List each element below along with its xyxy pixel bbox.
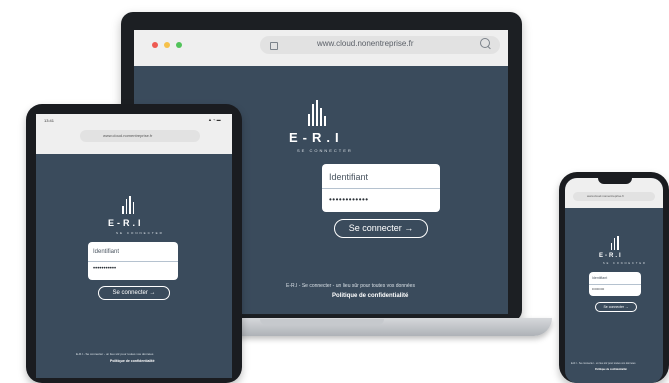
login-form: Identifiant ••••••••••••: [322, 164, 440, 212]
search-icon[interactable]: [480, 38, 490, 48]
phone-brand-logo-text: E-R.I: [599, 253, 623, 259]
tablet-password-input[interactable]: •••••••••••: [93, 266, 116, 272]
tablet-login-form: Identifiant •••••••••••: [88, 242, 178, 280]
laptop-hinge-notch: [260, 319, 384, 325]
phone-privacy-policy-link[interactable]: Politique de confidentialité: [595, 368, 627, 371]
phone-login-button[interactable]: Se connecter →: [595, 302, 637, 312]
logo-icon: [308, 100, 326, 126]
tablet-screen: 13:41 ▲ ⌁ ▬ www.cloud.nomentreprise.fr E…: [36, 114, 232, 378]
phone-username-input[interactable]: Identifiant: [592, 276, 607, 280]
close-window-button[interactable]: [152, 42, 158, 48]
privacy-policy-link[interactable]: Politique de confidentialité: [332, 293, 408, 299]
username-input[interactable]: Identifiant: [329, 172, 368, 182]
phone-notch: [598, 176, 632, 184]
field-divider: [322, 188, 440, 189]
status-icons: ▲ ⌁ ▬: [208, 117, 221, 122]
tablet-footer-text: E-R.I - Se connecter - un lieu sûr pour …: [76, 352, 154, 356]
brand-logo-text: E-R.I: [289, 130, 344, 145]
tablet-logo-icon: [122, 196, 134, 214]
login-button[interactable]: Se connecter →: [334, 219, 428, 238]
minimize-window-button[interactable]: [164, 42, 170, 48]
tablet-url-text: www.cloud.nomentreprise.fr: [103, 133, 153, 138]
phone-login-form: Identifiant ••••••••••: [589, 272, 641, 296]
tablet-field-divider: [88, 261, 178, 262]
footer-text: E-R.I - Se connecter - un lieu sûr pour …: [286, 283, 415, 289]
status-time: 13:41: [44, 118, 55, 123]
tablet-browser-toolbar: 13:41 ▲ ⌁ ▬ www.cloud.nomentreprise.fr: [36, 114, 232, 154]
maximize-window-button[interactable]: [176, 42, 182, 48]
page-icon: [270, 42, 278, 50]
phone-screen: www.cloud.nomentreprise.fr E-R.I SE CONN…: [565, 178, 663, 383]
browser-toolbar: www.cloud.nonentreprise.fr: [134, 30, 508, 66]
phone-password-input[interactable]: ••••••••••: [592, 287, 604, 291]
phone-url-text: www.cloud.nomentreprise.fr: [587, 194, 625, 198]
phone-brand-tagline: SE CONNECTER: [603, 262, 647, 265]
url-text: www.cloud.nonentreprise.fr: [317, 39, 414, 48]
phone-field-divider: [589, 284, 641, 285]
tablet-brand-tagline: SE CONNECTER: [116, 231, 164, 235]
brand-tagline: SE CONNECTER: [297, 148, 353, 153]
tablet-username-input[interactable]: Identifiant: [93, 249, 119, 255]
password-input[interactable]: ••••••••••••: [329, 195, 369, 204]
tablet-privacy-policy-link[interactable]: Politique de confidentialité: [110, 359, 155, 363]
phone-logo-icon: [611, 236, 619, 250]
tablet-brand-logo-text: E-R.I: [108, 218, 144, 228]
tablet-login-button[interactable]: Se connecter →: [98, 286, 170, 300]
phone-footer-text: E-R.I - Se connecter - un lieu sûr pour …: [571, 362, 636, 365]
